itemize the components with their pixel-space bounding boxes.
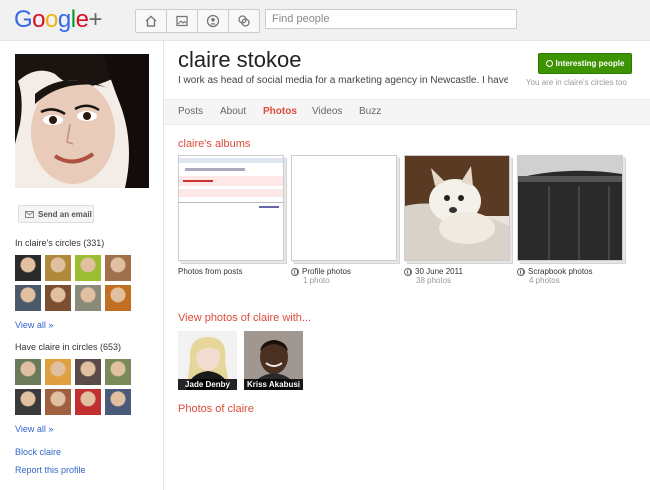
circle-ring-icon	[545, 60, 553, 67]
album-thumbnail[interactable]	[404, 155, 510, 261]
logo-letter: o	[32, 6, 46, 33]
top-bar: Google+ Find people	[0, 0, 650, 41]
circle-member-avatar[interactable]	[105, 255, 131, 281]
have-circles-title: Have claire in circles (653)	[15, 342, 122, 352]
album-thumbnail[interactable]	[291, 155, 397, 261]
circle-member-avatar[interactable]	[105, 285, 131, 311]
tab-about[interactable]: About	[220, 106, 246, 117]
album-thumbnail[interactable]	[517, 155, 623, 261]
circle-member-avatar[interactable]	[15, 359, 41, 385]
profile-avatar[interactable]	[15, 54, 149, 188]
person-tile[interactable]: Kriss Akabusi	[244, 331, 303, 390]
album-count: 4 photos	[529, 276, 560, 285]
circle-status-text: You are in claire's circles too	[526, 78, 627, 87]
search-input[interactable]: Find people	[265, 9, 517, 29]
home-nav-button[interactable]	[136, 10, 167, 32]
album-card[interactable]: Photos from posts	[178, 155, 284, 276]
logo-letter: +	[88, 6, 102, 33]
circle-member-avatar[interactable]	[105, 359, 131, 385]
send-email-label: Send an email	[38, 209, 92, 219]
scrapbook-photo-thumbnail	[518, 156, 622, 260]
album-count: 38 photos	[416, 276, 452, 285]
circle-member-avatar[interactable]	[45, 255, 71, 281]
logo-letter: g	[57, 6, 71, 33]
profile-icon	[206, 14, 220, 28]
public-globe-icon	[404, 267, 412, 276]
profile-tagline: I work as head of social media for a mar…	[178, 75, 508, 86]
profile-photo	[15, 54, 149, 188]
album-count: 1 photo	[303, 276, 330, 285]
album-label[interactable]: Profile photos	[291, 267, 397, 276]
photos-with-title: View photos of claire with...	[178, 312, 312, 324]
person-name: Jade Denby	[178, 379, 237, 390]
nav-buttons	[135, 9, 260, 33]
circle-member-avatar[interactable]	[15, 285, 41, 311]
profile-tabs: Posts About Photos Videos Buzz	[164, 99, 650, 125]
circles-nav-button[interactable]	[229, 10, 259, 32]
album-label[interactable]: Photos from posts	[178, 267, 284, 276]
tab-buzz[interactable]: Buzz	[359, 106, 381, 117]
circle-button[interactable]: Interesting people	[538, 53, 632, 74]
circle-member-avatar[interactable]	[75, 389, 101, 415]
home-icon	[145, 15, 157, 27]
report-link[interactable]: Report this profile	[15, 465, 86, 475]
circle-member-avatar[interactable]	[105, 389, 131, 415]
in-circles-view-all-link[interactable]: View all »	[15, 320, 53, 330]
left-sidebar: Send an email In claire's circles (331) …	[0, 41, 164, 490]
circle-member-avatar[interactable]	[15, 255, 41, 281]
person-name: Kriss Akabusi	[244, 379, 303, 390]
album-card[interactable]: Profile photos 1 photo	[291, 155, 397, 285]
circles-icon	[238, 15, 250, 27]
email-icon	[25, 210, 34, 218]
tab-videos[interactable]: Videos	[312, 106, 342, 117]
in-circles-title: In claire's circles (331)	[15, 238, 105, 248]
block-link[interactable]: Block claire	[15, 447, 61, 457]
photos-icon	[176, 15, 188, 27]
album-label[interactable]: 30 June 2011	[404, 267, 510, 276]
album-thumbnail[interactable]	[178, 155, 284, 261]
albums-title: claire's albums	[178, 138, 251, 150]
in-circles-grid	[15, 255, 131, 311]
circle-member-avatar[interactable]	[15, 389, 41, 415]
logo-letter: e	[75, 6, 89, 33]
circle-member-avatar[interactable]	[75, 285, 101, 311]
posts-screenshot-thumbnail	[179, 156, 283, 260]
tab-posts[interactable]: Posts	[178, 106, 203, 117]
circle-member-avatar[interactable]	[75, 359, 101, 385]
profile-nav-button[interactable]	[198, 10, 229, 32]
have-circles-view-all-link[interactable]: View all »	[15, 424, 53, 434]
logo-letter: G	[14, 6, 33, 33]
person-tile[interactable]: Jade Denby	[178, 331, 237, 390]
send-email-button[interactable]: Send an email	[18, 205, 94, 223]
google-plus-logo[interactable]: Google+	[14, 6, 102, 34]
photos-of-title: Photos of claire	[178, 403, 254, 415]
tab-photos[interactable]: Photos	[263, 106, 297, 117]
profile-name: claire stokoe	[178, 47, 302, 72]
circle-member-avatar[interactable]	[45, 359, 71, 385]
circle-member-avatar[interactable]	[45, 285, 71, 311]
album-label[interactable]: Scrapbook photos	[517, 267, 623, 276]
circle-member-avatar[interactable]	[45, 389, 71, 415]
album-card[interactable]: Scrapbook photos 4 photos	[517, 155, 623, 285]
album-card[interactable]: 30 June 2011 38 photos	[404, 155, 510, 285]
public-globe-icon	[517, 267, 525, 276]
dog-photo-thumbnail	[405, 156, 509, 260]
photos-nav-button[interactable]	[167, 10, 198, 32]
have-circles-grid	[15, 359, 131, 415]
public-globe-icon	[291, 267, 299, 276]
circle-button-label: Interesting people	[555, 59, 625, 68]
logo-letter: o	[45, 6, 58, 33]
circle-member-avatar[interactable]	[75, 255, 101, 281]
